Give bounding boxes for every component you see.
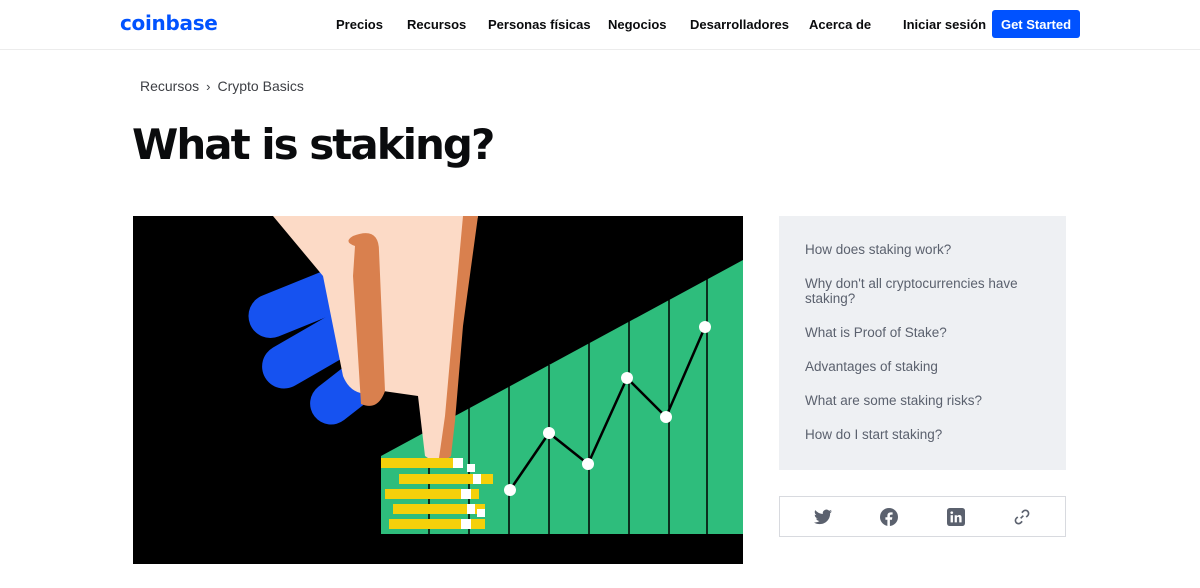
- share-bar: [779, 496, 1066, 537]
- link-icon[interactable]: [1011, 506, 1033, 528]
- toc-link-risks[interactable]: What are some staking risks?: [805, 393, 1045, 408]
- hero-illustration: [133, 216, 743, 564]
- table-of-contents: How does staking work? Why don't all cry…: [779, 216, 1066, 470]
- breadcrumb-crypto-basics-link[interactable]: Crypto Basics: [217, 78, 303, 94]
- nav-link-negocios[interactable]: Negocios: [608, 17, 667, 32]
- page-title: What is staking?: [132, 120, 495, 169]
- get-started-button[interactable]: Get Started: [992, 10, 1080, 38]
- sign-in-link[interactable]: Iniciar sesión: [903, 17, 986, 32]
- nav-link-acerca-de[interactable]: Acerca de: [809, 17, 871, 32]
- toc-link-start-staking[interactable]: How do I start staking?: [805, 427, 1045, 442]
- coinbase-logo[interactable]: coinbase: [120, 11, 218, 35]
- nav-link-recursos[interactable]: Recursos: [407, 17, 466, 32]
- nav-link-precios[interactable]: Precios: [336, 17, 383, 32]
- toc-link-advantages[interactable]: Advantages of staking: [805, 359, 1045, 374]
- breadcrumb-recursos-link[interactable]: Recursos: [140, 78, 199, 94]
- facebook-icon[interactable]: [878, 506, 900, 528]
- linkedin-icon[interactable]: [945, 506, 967, 528]
- twitter-icon[interactable]: [812, 506, 834, 528]
- toc-link-how-staking-works[interactable]: How does staking work?: [805, 242, 1045, 257]
- nav-link-personas-fisicas[interactable]: Personas físicas: [488, 17, 591, 32]
- breadcrumb: Recursos › Crypto Basics: [140, 78, 304, 94]
- staking-illustration: [133, 216, 743, 564]
- toc-link-proof-of-stake[interactable]: What is Proof of Stake?: [805, 325, 1045, 340]
- toc-link-why-not-all-have-staking[interactable]: Why don't all cryptocurrencies have stak…: [805, 276, 1045, 306]
- top-navigation-bar: coinbase Precios Recursos Personas físic…: [0, 0, 1200, 50]
- nav-link-desarrolladores[interactable]: Desarrolladores: [690, 17, 789, 32]
- breadcrumb-separator: ›: [206, 78, 211, 94]
